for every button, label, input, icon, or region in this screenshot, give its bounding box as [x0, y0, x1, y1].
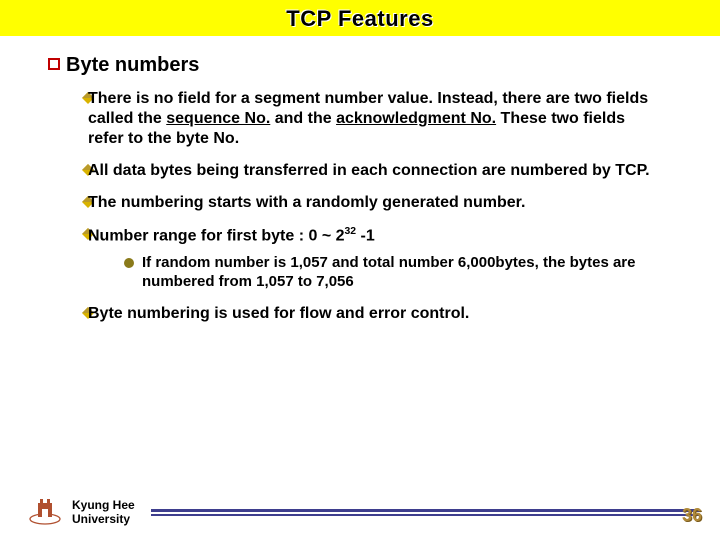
disc-bullet-icon: [124, 258, 134, 268]
b1-underline-1: sequence No.: [166, 110, 270, 127]
content-area: Byte numbers There is no field for a seg…: [0, 36, 720, 324]
bullet-4-text: Number range for first byte : 0 ~ 232 -1: [88, 225, 375, 246]
page-number: 36: [682, 505, 702, 526]
footer-rule: [151, 509, 700, 516]
sub-bullet-4-1-text: If random number is 1,057 and total numb…: [142, 254, 656, 292]
title-band: TCP Features: [0, 0, 720, 36]
bullet-2: All data bytes being transferred in each…: [82, 161, 664, 181]
bullet-1-text: There is no field for a segment number v…: [88, 89, 664, 149]
university-logo-icon: [28, 495, 62, 530]
rule-thick-icon: [151, 509, 700, 512]
footer: Kyung Hee University 36: [0, 495, 720, 530]
section-heading: Byte numbers: [66, 54, 199, 77]
square-bullet-icon: [48, 58, 60, 70]
bullet-3: The numbering starts with a randomly gen…: [82, 193, 664, 213]
b1-part-mid: and the: [270, 110, 336, 127]
bullet-4: Number range for first byte : 0 ~ 232 -1: [82, 225, 664, 246]
footer-inner: Kyung Hee University: [0, 495, 720, 530]
uni-line-1: Kyung Hee: [72, 499, 135, 512]
b4-part-b: -1: [356, 227, 375, 244]
bullet-5-text: Byte numbering is used for flow and erro…: [88, 304, 469, 324]
b1-underline-2: acknowledgment No.: [336, 110, 496, 127]
b4-exponent: 32: [345, 226, 357, 237]
rule-thin-icon: [151, 514, 700, 516]
bullet-3-text: The numbering starts with a randomly gen…: [88, 193, 525, 213]
slide-title: TCP Features: [286, 6, 433, 31]
bullet-2-text: All data bytes being transferred in each…: [88, 161, 650, 181]
university-name: Kyung Hee University: [72, 499, 135, 525]
bullet-5: Byte numbering is used for flow and erro…: [82, 304, 664, 324]
b4-part-a: Number range for first byte : 0 ~ 2: [88, 227, 345, 244]
bullet-1: There is no field for a segment number v…: [82, 89, 664, 149]
slide: TCP Features Byte numbers There is no fi…: [0, 0, 720, 540]
sub-bullet-4-1: If random number is 1,057 and total numb…: [124, 254, 656, 292]
uni-line-2: University: [72, 513, 135, 526]
section-heading-row: Byte numbers: [48, 54, 696, 77]
